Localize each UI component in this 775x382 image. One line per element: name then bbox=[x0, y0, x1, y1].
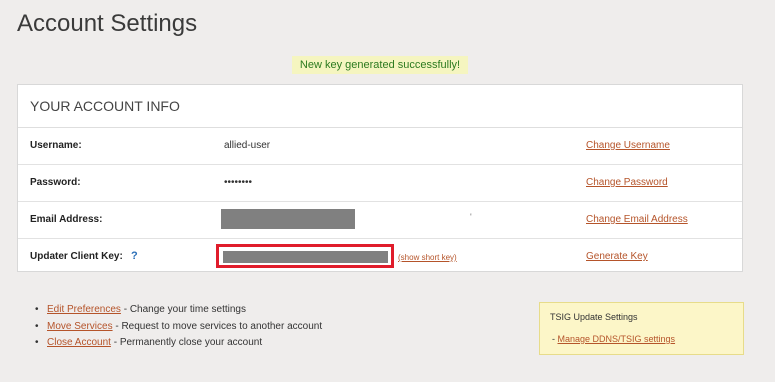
change-password-link[interactable]: Change Password bbox=[586, 165, 668, 201]
email-trailing-mark: ' bbox=[470, 212, 472, 222]
password-row: Password: •••••••• Change Password bbox=[18, 165, 742, 202]
tsig-title: TSIG Update Settings bbox=[550, 312, 638, 322]
bullet-icon: • bbox=[35, 337, 39, 348]
updater-key-row: Updater Client Key: ? (show short key) G… bbox=[18, 239, 742, 275]
tsig-link-line: - Manage DDNS/TSIG settings bbox=[552, 334, 675, 344]
edit-preferences-desc: - Change your time settings bbox=[120, 304, 246, 315]
change-username-link[interactable]: Change Username bbox=[586, 128, 670, 164]
email-label: Email Address: bbox=[30, 214, 103, 225]
password-value: •••••••• bbox=[224, 177, 253, 188]
success-notice: New key generated successfully! bbox=[292, 56, 468, 74]
edit-preferences-link[interactable]: Edit Preferences bbox=[47, 304, 121, 315]
page-title: Account Settings bbox=[17, 10, 198, 37]
username-row: Username: allied-user Change Username bbox=[18, 128, 742, 165]
bullet-icon: • bbox=[35, 320, 39, 332]
email-row: Email Address: ' Change Email Address bbox=[18, 202, 742, 239]
list-item: • Move Services - Request to move servic… bbox=[35, 319, 322, 336]
list-item: • Edit Preferences - Change your time se… bbox=[35, 302, 322, 319]
change-email-link[interactable]: Change Email Address bbox=[586, 202, 688, 238]
updater-key-value-redacted bbox=[223, 251, 388, 263]
updater-key-label: Updater Client Key: bbox=[30, 251, 123, 262]
move-services-link[interactable]: Move Services bbox=[47, 321, 113, 332]
close-account-desc: - Permanently close your account bbox=[110, 337, 263, 348]
help-icon[interactable]: ? bbox=[131, 239, 138, 273]
username-label: Username: bbox=[30, 140, 82, 151]
list-item: • Close Account - Permanently close your… bbox=[35, 335, 322, 352]
email-value-redacted bbox=[221, 209, 355, 229]
password-label: Password: bbox=[30, 177, 81, 188]
username-value: allied-user bbox=[224, 140, 271, 151]
panel-header: YOUR ACCOUNT INFO bbox=[18, 85, 742, 128]
account-info-panel: YOUR ACCOUNT INFO Username: allied-user … bbox=[17, 84, 743, 272]
manage-tsig-link[interactable]: Manage DDNS/TSIG settings bbox=[558, 334, 676, 344]
show-short-key-link[interactable]: (show short key) bbox=[398, 239, 457, 277]
account-links-list: • Edit Preferences - Change your time se… bbox=[35, 302, 322, 352]
tsig-settings-box: TSIG Update Settings - Manage DDNS/TSIG … bbox=[539, 302, 744, 355]
generate-key-link[interactable]: Generate Key bbox=[586, 239, 648, 275]
move-services-desc: - Request to move services to another ac… bbox=[112, 320, 323, 332]
close-account-link[interactable]: Close Account bbox=[47, 337, 111, 348]
bullet-icon: • bbox=[35, 304, 39, 315]
